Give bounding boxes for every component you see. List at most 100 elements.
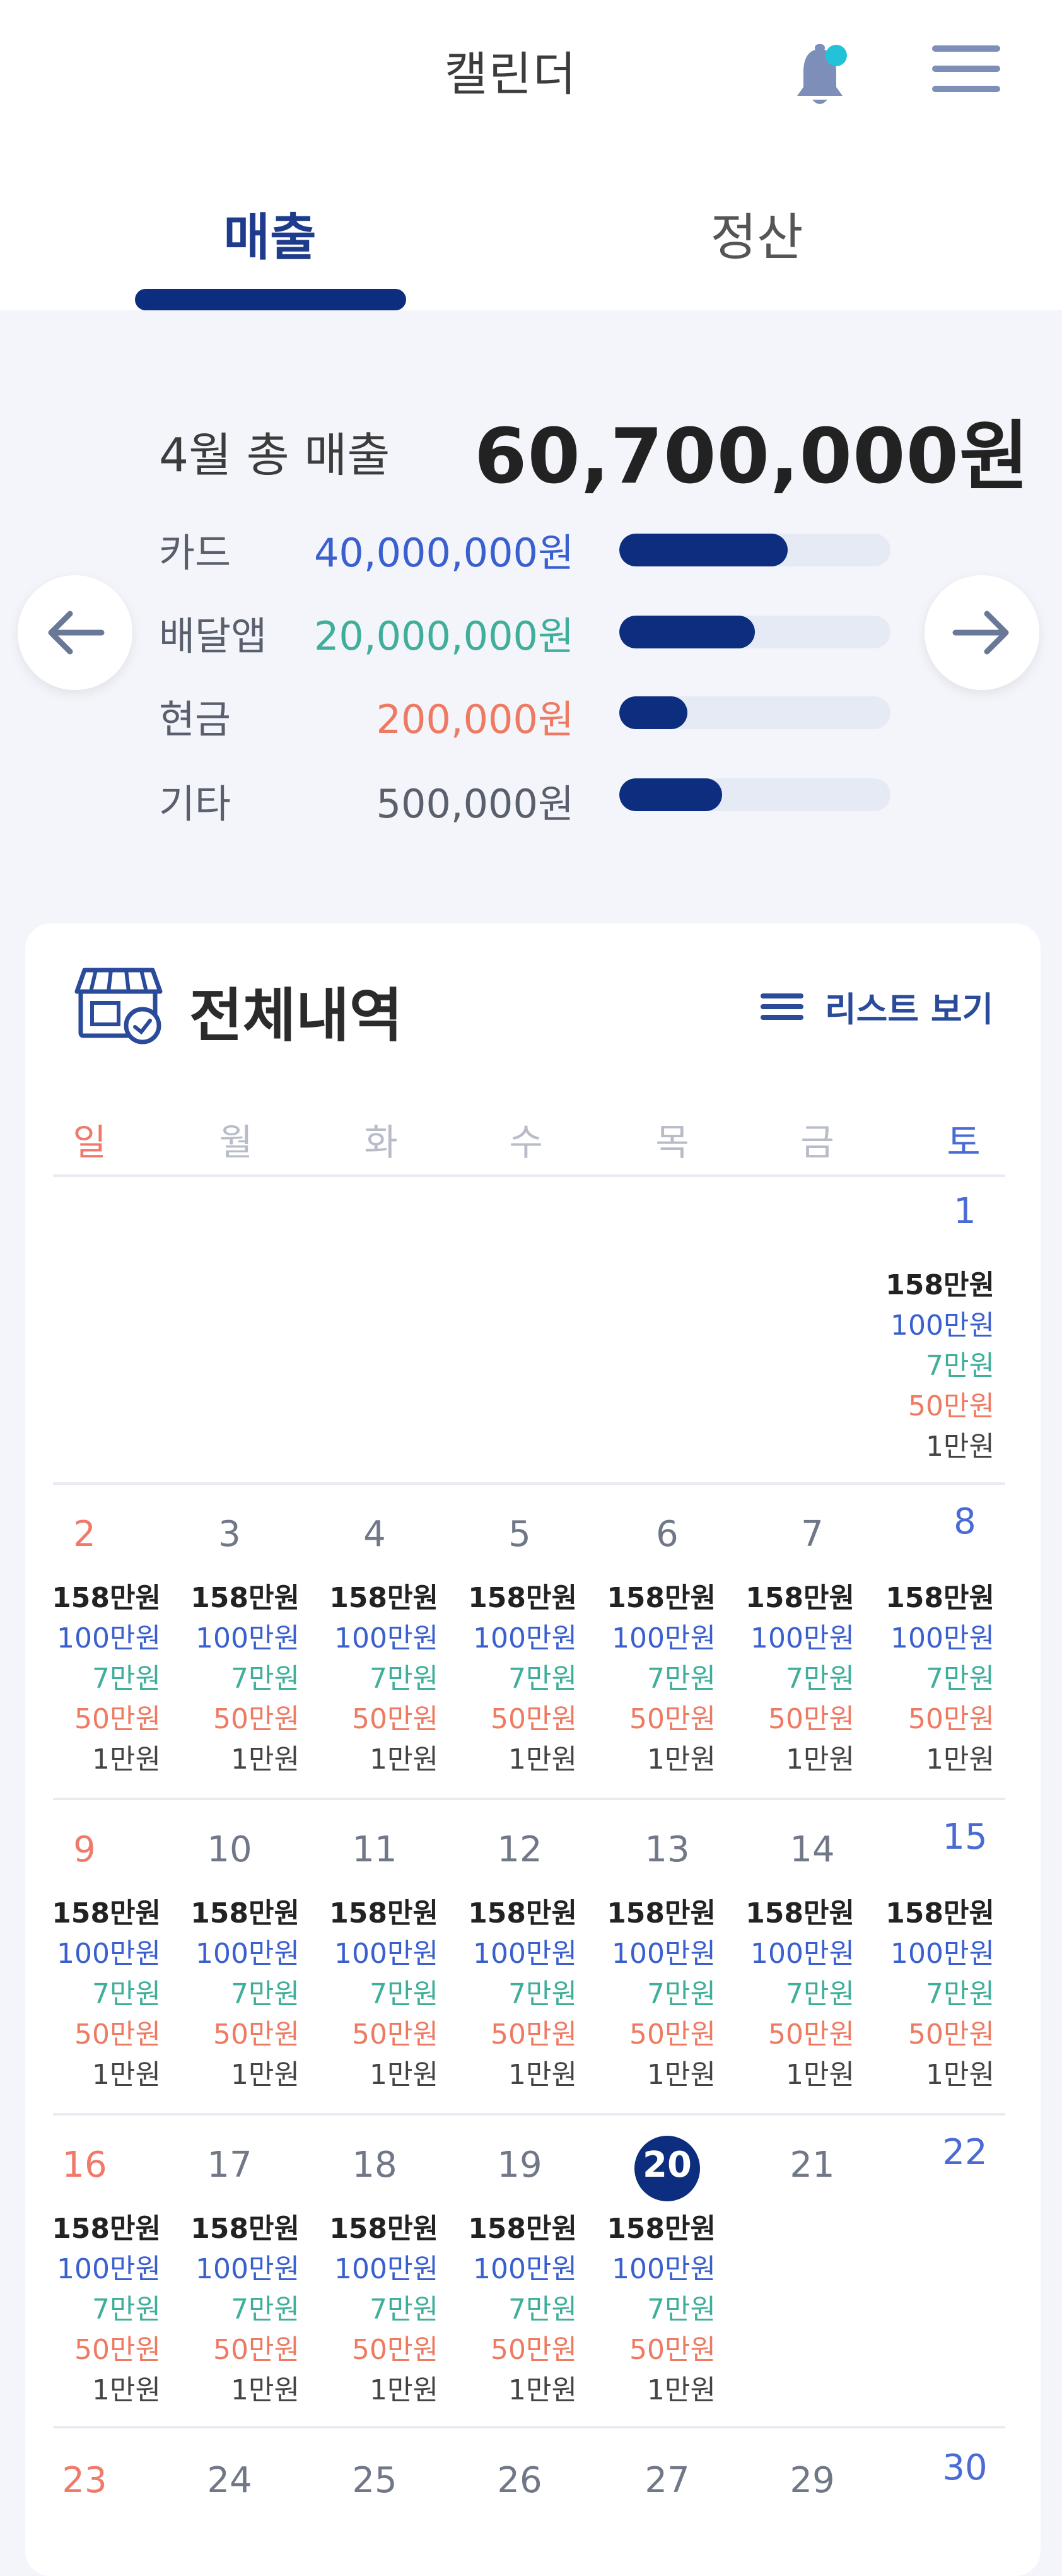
amount-etc: 1만원 [508, 2059, 577, 2091]
calendar-day[interactable]: 10 [185, 1829, 274, 1870]
calendar-day[interactable]: 5 [476, 1514, 564, 1555]
card-label: 카드 [159, 530, 231, 576]
calendar-day[interactable]: 22 [921, 2132, 1009, 2173]
calendar-day[interactable]: 1 [921, 1191, 1009, 1232]
next-month-button[interactable] [925, 575, 1039, 690]
calendar-day[interactable]: 9 [40, 1829, 129, 1870]
amount-cash: 50만원 [491, 1703, 577, 1735]
calendar-day[interactable]: 26 [476, 2460, 564, 2501]
calendar-day[interactable]: 11 [330, 1829, 419, 1870]
weekday-fri: 금 [800, 1121, 834, 1164]
cash-label: 현금 [159, 696, 231, 742]
amount-app: 7만원 [786, 1978, 855, 2010]
amount-card: 100만원 [195, 2253, 300, 2285]
amount-etc: 1만원 [370, 2374, 438, 2406]
day-sales-cell[interactable]: 158만원 100만원 7만원 50만원 1만원 [742, 1894, 855, 2095]
day-sales-cell[interactable]: 158만원 100만원 7만원 50만원 1만원 [604, 1578, 716, 1780]
amount-card: 100만원 [334, 1622, 438, 1654]
day-sales-cell[interactable]: 158만원 100만원 7만원 50만원 1만원 [187, 1578, 300, 1780]
amount-app: 7만원 [231, 1663, 300, 1695]
arrow-right-icon [952, 611, 1009, 655]
day-sales-cell[interactable]: 158만원 100만원 7만원 50만원 1만원 [604, 2209, 716, 2411]
tab-sales[interactable]: 매출 [81, 197, 459, 270]
menu-icon[interactable] [932, 45, 1000, 96]
calendar-day[interactable]: 12 [476, 1829, 564, 1870]
day-sales-cell[interactable]: 158만원 100만원 7만원 50만원 1만원 [882, 1578, 995, 1780]
amount-app: 7만원 [92, 1978, 161, 2010]
day-sales-cell[interactable]: 158만원 100만원 7만원 50만원 1만원 [326, 1578, 438, 1780]
history-title: 전체내역 [189, 982, 403, 1050]
calendar-day[interactable]: 6 [623, 1514, 711, 1555]
amount-total: 158만원 [468, 1897, 577, 1929]
calendar-day[interactable]: 23 [40, 2460, 129, 2501]
amount-card: 100만원 [750, 1622, 855, 1654]
day-sales-cell[interactable]: 158만원 100만원 7만원 50만원 1만원 [465, 2209, 577, 2411]
amount-etc: 1만원 [647, 1743, 716, 1776]
tab-settlement[interactable]: 정산 [568, 197, 946, 270]
calendar-day[interactable]: 2 [40, 1514, 129, 1555]
calendar-day[interactable]: 19 [476, 2145, 564, 2186]
card-bar-fill [619, 534, 788, 566]
amount-app: 7만원 [647, 1978, 716, 2010]
calendar-day[interactable]: 13 [623, 1829, 711, 1870]
amount-card: 100만원 [890, 1622, 995, 1654]
amount-total: 158만원 [329, 1897, 438, 1929]
amount-app: 7만원 [231, 2293, 300, 2326]
amount-card: 100만원 [57, 2253, 161, 2285]
amount-card: 100만원 [890, 1309, 995, 1342]
active-tab-indicator [135, 289, 406, 310]
prev-month-button[interactable] [18, 575, 132, 690]
amount-total: 158만원 [468, 1582, 577, 1614]
amount-cash: 50만원 [629, 1703, 716, 1735]
amount-total: 158만원 [745, 1897, 855, 1929]
calendar-day[interactable]: 18 [330, 2145, 419, 2186]
day-sales-cell[interactable]: 158만원 100만원 7만원 50만원 1만원 [742, 1578, 855, 1780]
day-sales-cell[interactable]: 158만원 100만원 7만원 50만원 1만원 [187, 1894, 300, 2095]
day-sales-cell[interactable]: 158만원 100만원 7만원 50만원 1만원 [187, 2209, 300, 2411]
weekday-tue: 화 [364, 1121, 398, 1164]
day-sales-cell[interactable]: 158만원 100만원 7만원 50만원 1만원 [882, 1265, 995, 1467]
day-sales-cell[interactable]: 158만원 100만원 7만원 50만원 1만원 [49, 2209, 161, 2411]
amount-total: 158만원 [885, 1582, 995, 1614]
day-sales-cell[interactable]: 158만원 100만원 7만원 50만원 1만원 [326, 2209, 438, 2411]
day-sales-cell[interactable]: 158만원 100만원 7만원 50만원 1만원 [326, 1894, 438, 2095]
amount-app: 7만원 [92, 1663, 161, 1695]
calendar-day[interactable]: 15 [921, 1817, 1009, 1858]
calendar-day[interactable]: 24 [185, 2460, 274, 2501]
amount-etc: 1만원 [786, 1743, 855, 1776]
amount-card: 100만원 [890, 1938, 995, 1970]
day-sales-cell[interactable]: 158만원 100만원 7만원 50만원 1만원 [604, 1894, 716, 2095]
calendar-day[interactable]: 27 [623, 2460, 711, 2501]
calendar-day[interactable]: 29 [768, 2460, 856, 2501]
amount-cash: 50만원 [629, 2018, 716, 2051]
calendar-day[interactable]: 16 [40, 2145, 129, 2186]
calendar-day[interactable]: 17 [185, 2145, 274, 2186]
calendar-day[interactable]: 20 [623, 2145, 711, 2186]
day-sales-cell[interactable]: 158만원 100만원 7만원 50만원 1만원 [49, 1894, 161, 2095]
calendar-day[interactable]: 21 [768, 2145, 856, 2186]
amount-cash: 50만원 [74, 2334, 161, 2366]
amount-cash: 50만원 [908, 2018, 995, 2051]
calendar-day[interactable]: 7 [768, 1514, 856, 1555]
calendar-day[interactable]: 4 [330, 1514, 419, 1555]
amount-cash: 50만원 [768, 1703, 855, 1735]
calendar-day[interactable]: 25 [330, 2460, 419, 2501]
day-sales-cell[interactable]: 158만원 100만원 7만원 50만원 1만원 [465, 1578, 577, 1780]
calendar-day[interactable]: 3 [185, 1514, 274, 1555]
day-sales-cell[interactable]: 158만원 100만원 7만원 50만원 1만원 [465, 1894, 577, 2095]
amount-app: 7만원 [370, 1978, 438, 2010]
amount-etc: 1만원 [92, 2059, 161, 2091]
amount-etc: 1만원 [370, 1743, 438, 1776]
calendar-day[interactable]: 8 [921, 1501, 1009, 1542]
weekday-divider [53, 1174, 1005, 1177]
list-view-button[interactable]: 리스트 보기 [761, 981, 993, 1031]
amount-cash: 50만원 [352, 1703, 438, 1735]
notification-bell-icon[interactable] [788, 42, 851, 111]
amount-card: 100만원 [750, 1938, 855, 1970]
amount-total: 158만원 [190, 1582, 300, 1614]
calendar-day[interactable]: 14 [768, 1829, 856, 1870]
day-sales-cell[interactable]: 158만원 100만원 7만원 50만원 1만원 [882, 1894, 995, 2095]
amount-etc: 1만원 [370, 2059, 438, 2091]
day-sales-cell[interactable]: 158만원 100만원 7만원 50만원 1만원 [49, 1578, 161, 1780]
calendar-day[interactable]: 30 [921, 2447, 1009, 2488]
